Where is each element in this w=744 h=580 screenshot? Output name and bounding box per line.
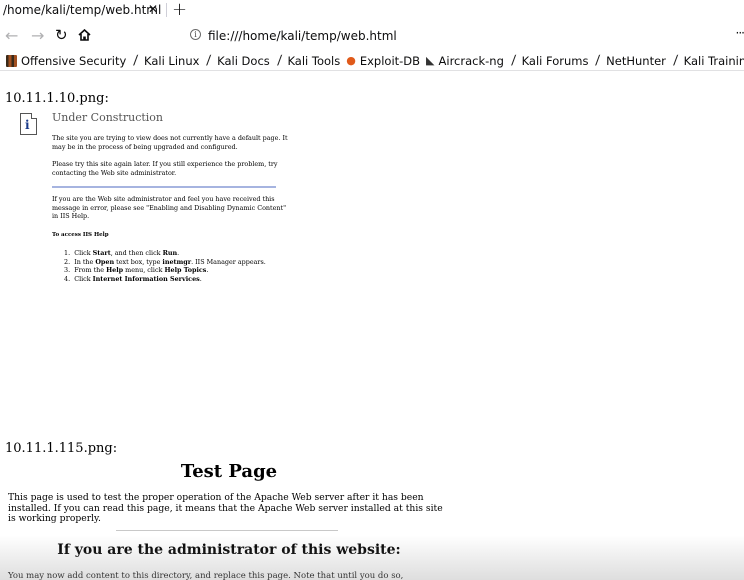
- apache-admin-heading: If you are the administrator of this web…: [57, 542, 401, 558]
- iis-title: Under Construction: [52, 111, 163, 124]
- bookmark-label: Kali Docs: [217, 53, 270, 68]
- bookmark-aircrack-ng[interactable]: ◣ Aircrack-ng: [426, 54, 504, 68]
- tab-bar: /home/kali/temp/web.html ✕ +: [0, 0, 744, 20]
- iis-help-steps: 1. Click Start, and then click Run. 2. I…: [64, 249, 266, 283]
- bookmark-label: Kali Training: [683, 53, 744, 68]
- forward-arrow-icon[interactable]: →: [31, 26, 44, 45]
- kali-dragon-icon: ⟋: [592, 53, 605, 68]
- back-arrow-icon[interactable]: ←: [5, 26, 18, 45]
- bookmark-label: Aircrack-ng: [438, 53, 504, 68]
- exploit-db-icon: ●: [346, 54, 356, 67]
- home-icon-svg: [78, 28, 91, 41]
- apache-intro-paragraph: This page is used to test the proper ope…: [8, 492, 443, 524]
- url-bar[interactable]: i file:///home/kali/temp/web.html ···: [184, 26, 744, 47]
- apache-divider: [116, 530, 338, 531]
- home-icon[interactable]: [78, 27, 91, 45]
- bookmark-kali-linux[interactable]: ⟋ Kali Linux: [130, 53, 200, 68]
- bookmark-label: NetHunter: [606, 53, 666, 68]
- kali-dragon-icon: ⟋: [130, 53, 142, 68]
- page-info-icon[interactable]: i: [190, 29, 201, 40]
- info-glyph: i: [25, 118, 30, 132]
- list-item: 1. Click Start, and then click Run.: [64, 249, 180, 257]
- bookmark-nethunter[interactable]: ⟋ NetHunter: [592, 53, 666, 68]
- reload-icon[interactable]: ↻: [55, 26, 68, 44]
- iis-divider: [52, 186, 276, 188]
- page-content: 10.11.1.10.png: i Under Construction The…: [0, 71, 744, 580]
- bookmark-kali-forums[interactable]: ⟋ Kali Forums: [507, 53, 589, 68]
- info-document-icon: i: [20, 113, 37, 135]
- bookmark-offensive-security[interactable]: Offensive Security: [6, 54, 126, 68]
- bookmark-label: Exploit-DB: [359, 53, 421, 68]
- apache-test-page-title: Test Page: [180, 461, 278, 482]
- aircrack-icon: ◣: [426, 54, 435, 67]
- navigation-toolbar: ← → ↻ i file:///home/kali/temp/web.html …: [0, 24, 744, 50]
- bookmark-label: Kali Linux: [144, 53, 200, 68]
- screenshot-label-host1: 10.11.1.10.png:: [5, 91, 109, 106]
- tab-title: /home/kali/temp/web.html: [3, 3, 162, 17]
- kali-dragon-icon: ⟋: [203, 53, 216, 68]
- bookmark-kali-training[interactable]: ⟋ Kali Training: [669, 53, 744, 68]
- bookmark-label: Kali Forums: [521, 53, 589, 68]
- bookmark-label: Kali Tools: [287, 53, 341, 68]
- bookmark-kali-tools[interactable]: ⟋ Kali Tools: [273, 53, 341, 68]
- list-item: 4. Click Internet Information Services.: [64, 274, 202, 283]
- kali-dragon-icon: ⟋: [273, 53, 286, 68]
- tab-web-html[interactable]: /home/kali/temp/web.html ✕: [0, 0, 167, 20]
- bookmark-kali-docs[interactable]: ⟋ Kali Docs: [203, 53, 270, 68]
- offsec-icon: [6, 54, 17, 67]
- kali-dragon-icon: ⟋: [507, 53, 520, 68]
- iis-paragraph-1: The site you are trying to view does not…: [52, 134, 288, 151]
- apache-admin-paragraph: You may now add content to this director…: [8, 571, 404, 580]
- bookmark-exploit-db[interactable]: ● Exploit-DB: [346, 54, 420, 68]
- bookmark-label: Offensive Security: [21, 53, 127, 68]
- iis-paragraph-2: Please try this site again later. If you…: [52, 160, 278, 177]
- iis-paragraph-3: If you are the Web site administrator an…: [52, 195, 287, 221]
- screenshot-label-host2: 10.11.1.115.png:: [5, 441, 118, 456]
- list-item: 2. In the Open text box, type inetmgr. I…: [64, 257, 266, 266]
- url-text[interactable]: file:///home/kali/temp/web.html: [208, 29, 397, 43]
- bookmarks-toolbar: Offensive Security ⟋ Kali Linux ⟋ Kali D…: [0, 51, 744, 70]
- new-tab-button[interactable]: +: [172, 0, 187, 20]
- list-item: 3. From the Help menu, click Help Topics…: [64, 266, 209, 274]
- iis-help-heading: To access IIS Help: [52, 232, 109, 238]
- page-actions-icon[interactable]: ···: [736, 26, 744, 40]
- close-icon[interactable]: ✕: [148, 2, 158, 16]
- tab-divider: [166, 3, 167, 17]
- kali-dragon-icon: ⟋: [669, 53, 682, 68]
